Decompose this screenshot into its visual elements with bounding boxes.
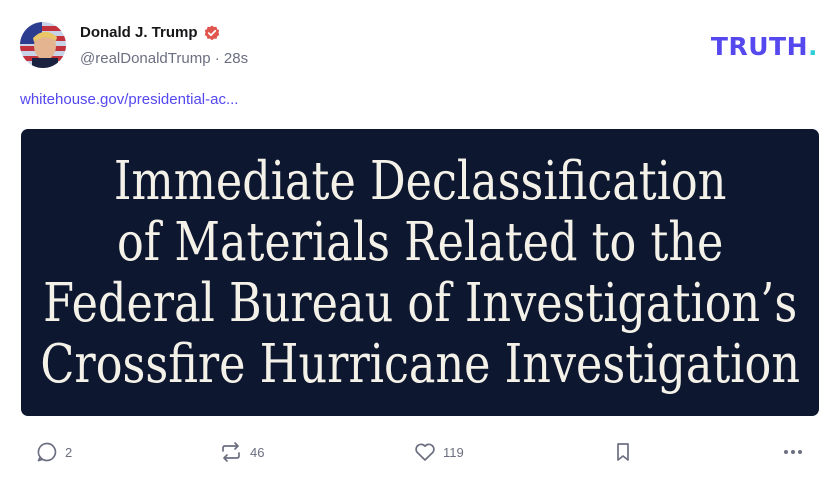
post-header: Donald J. Trump @realDonaldTrump · 28s T… xyxy=(20,20,820,72)
like-button[interactable]: 119 xyxy=(414,438,464,466)
reply-count: 2 xyxy=(65,444,73,460)
truth-logo-text: TRUTH xyxy=(710,32,808,61)
bookmark-icon xyxy=(617,443,629,461)
media-title-line: Immediate Declassification xyxy=(113,150,727,212)
retruth-count: 46 xyxy=(250,444,265,460)
name-row: Donald J. Trump xyxy=(80,24,220,41)
post-meta: @realDonaldTrump · 28s xyxy=(80,50,248,67)
verified-badge-icon xyxy=(204,25,220,41)
avatar[interactable] xyxy=(20,22,66,68)
truth-logo-dot: . xyxy=(808,32,818,61)
heart-icon xyxy=(415,443,435,461)
media-title-line: Federal Bureau of Investigation’s xyxy=(42,272,798,334)
retruth-button[interactable]: 46 xyxy=(219,438,264,466)
display-name[interactable]: Donald J. Trump xyxy=(80,24,198,41)
post-actions: 2 46 119 xyxy=(0,438,840,466)
more-options-button[interactable] xyxy=(782,438,804,466)
media-title: Immediate Declassification of Materials … xyxy=(40,151,800,395)
like-count: 119 xyxy=(443,444,464,460)
media-card[interactable]: Immediate Declassification of Materials … xyxy=(21,129,819,416)
reply-icon xyxy=(37,442,57,462)
more-options-icon xyxy=(784,450,802,454)
handle[interactable]: @realDonaldTrump xyxy=(80,50,211,67)
media-title-line: Crossfire Hurricane Investigation xyxy=(40,333,800,395)
media-title-line: of Materials Related to the xyxy=(116,211,724,273)
meta-separator: · xyxy=(214,50,220,67)
bookmark-button[interactable] xyxy=(612,438,634,466)
post-time[interactable]: 28s xyxy=(224,50,248,67)
reply-button[interactable]: 2 xyxy=(36,438,72,466)
post-link[interactable]: whitehouse.gov/presidential-ac... xyxy=(20,91,238,108)
truth-logo[interactable]: TRUTH. xyxy=(711,32,818,61)
avatar-image xyxy=(20,22,66,68)
retruth-icon xyxy=(222,442,240,462)
